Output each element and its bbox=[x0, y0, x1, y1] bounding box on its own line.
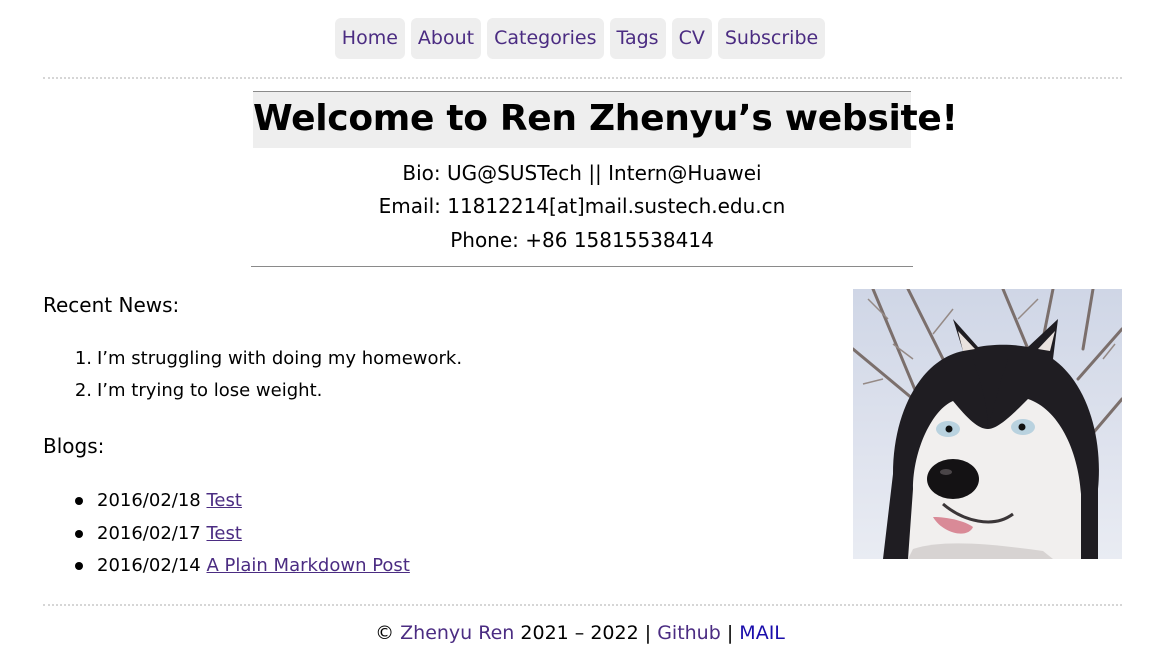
blog-item-content: 2016/02/14 A Plain Markdown Post bbox=[97, 551, 410, 581]
blog-date: 2016/02/18 bbox=[97, 490, 201, 511]
copyright-years: 2021 – 2022 bbox=[520, 622, 639, 644]
profile-photo bbox=[853, 289, 1122, 559]
blogs-heading: Blogs: bbox=[43, 434, 105, 458]
bullet-icon bbox=[75, 530, 83, 538]
footer-separator: | bbox=[644, 622, 652, 644]
news-item-text: I’m struggling with doing my homework. bbox=[97, 348, 463, 369]
header-rule bbox=[251, 266, 913, 267]
author-link[interactable]: Zhenyu Ren bbox=[400, 622, 514, 644]
nav-home[interactable]: Home bbox=[334, 18, 405, 59]
blog-date: 2016/02/17 bbox=[97, 523, 201, 544]
blog-item-content: 2016/02/18 Test bbox=[97, 486, 242, 516]
blog-link[interactable]: A Plain Markdown Post bbox=[206, 555, 409, 576]
footer-separator: | bbox=[726, 622, 734, 644]
bio-line: Bio: UG@SUSTech || Intern@Huawei bbox=[402, 161, 762, 185]
mail-link[interactable]: MAIL bbox=[739, 622, 785, 644]
footer-divider bbox=[43, 604, 1122, 606]
title-banner: Welcome to Ren Zhenyu’s website! bbox=[253, 91, 958, 148]
news-item-number: 1. bbox=[74, 348, 92, 369]
nav-tags[interactable]: Tags bbox=[609, 18, 666, 59]
bullet-icon bbox=[75, 562, 83, 570]
top-nav: Home About Categories Tags CV Subscribe bbox=[0, 18, 1160, 59]
page-title: Welcome to Ren Zhenyu’s website! bbox=[253, 98, 958, 139]
nav-categories[interactable]: Categories bbox=[487, 18, 604, 59]
github-link[interactable]: Github bbox=[657, 622, 721, 644]
blog-item-content: 2016/02/17 Test bbox=[97, 519, 242, 549]
header-divider bbox=[43, 77, 1122, 79]
news-heading: Recent News: bbox=[43, 293, 180, 317]
news-item-number: 2. bbox=[74, 380, 92, 401]
nav-about[interactable]: About bbox=[410, 18, 482, 59]
blog-date: 2016/02/14 bbox=[97, 555, 201, 576]
nav-subscribe[interactable]: Subscribe bbox=[717, 18, 826, 59]
news-item-text: I’m trying to lose weight. bbox=[97, 380, 323, 401]
copyright-symbol: © bbox=[375, 622, 395, 644]
phone-line: Phone: +86 15815538414 bbox=[450, 228, 714, 252]
nav-cv[interactable]: CV bbox=[671, 18, 712, 59]
blog-link[interactable]: Test bbox=[206, 523, 241, 544]
blog-link[interactable]: Test bbox=[206, 490, 241, 511]
footer: © Zhenyu Ren 2021 – 2022 | Github | MAIL bbox=[0, 619, 1160, 647]
bullet-icon bbox=[75, 497, 83, 505]
email-line: Email: 11812214[at]mail.sustech.edu.cn bbox=[378, 194, 786, 218]
